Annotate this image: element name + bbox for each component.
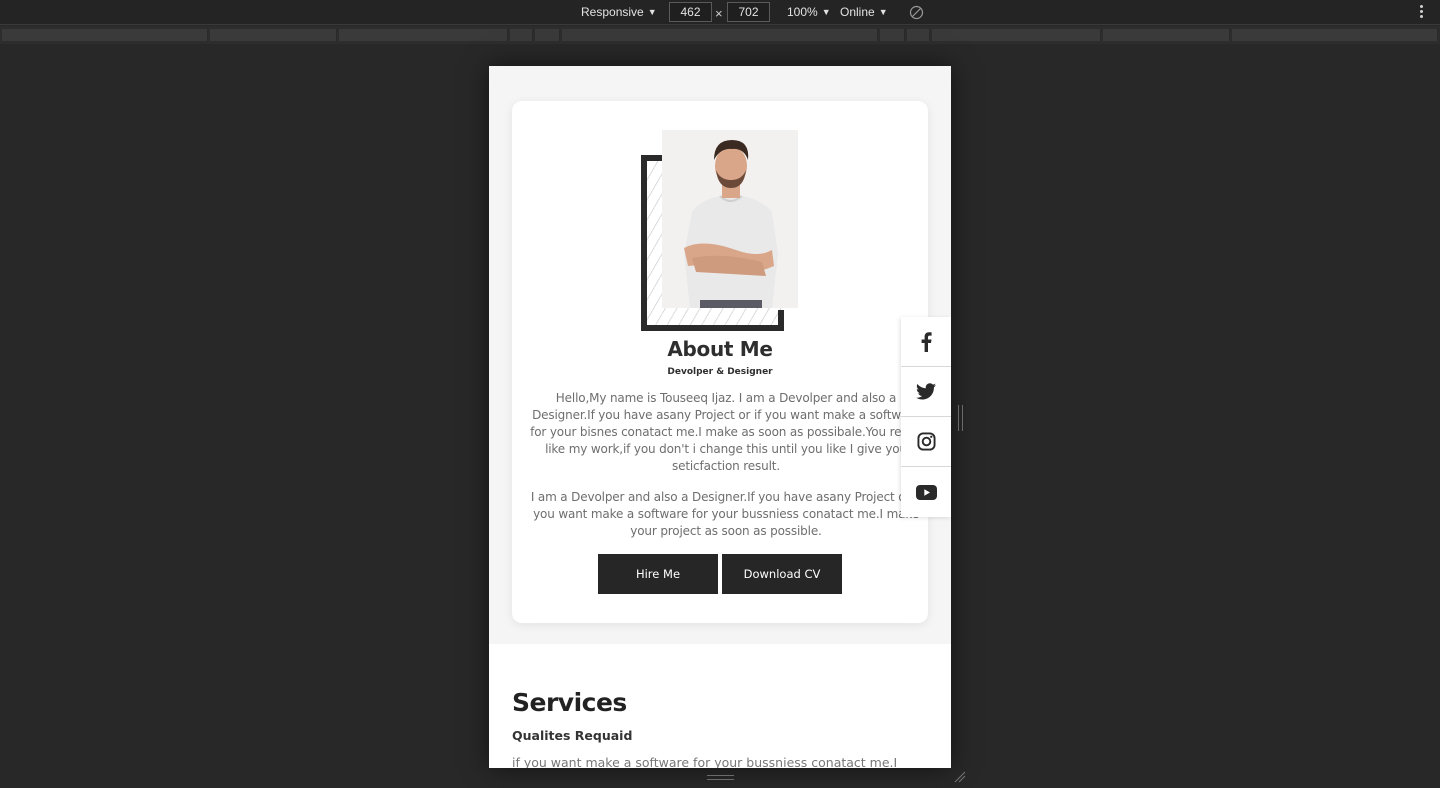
rotate-icon[interactable] (909, 5, 924, 20)
network-throttle-dropdown[interactable]: Online ▼ (840, 0, 888, 25)
twitter-link[interactable] (901, 367, 951, 417)
network-label: Online (840, 5, 875, 19)
about-paragraph-2: I am a Devolper and also a Designer.If y… (530, 490, 922, 538)
dimension-separator: × (715, 6, 723, 21)
media-query-segment[interactable] (932, 29, 1101, 41)
services-subtitle: Qualites Requaid (512, 728, 633, 743)
profile-photo (662, 130, 798, 308)
resize-handle-bottom[interactable] (707, 775, 734, 780)
social-sidebar (901, 317, 951, 517)
photo-frame-corner (778, 310, 784, 331)
caret-down-icon: ▼ (821, 7, 831, 17)
resize-corner-icon[interactable] (954, 771, 966, 783)
facebook-link[interactable] (901, 317, 951, 367)
services-title: Services (512, 688, 627, 717)
media-query-segment[interactable] (880, 29, 905, 41)
device-mode-label: Responsive (581, 5, 644, 19)
services-text: if you want make a software for your bus… (512, 755, 898, 768)
caret-down-icon: ▼ (647, 7, 657, 17)
media-query-segment[interactable] (510, 29, 533, 41)
media-query-segment[interactable] (907, 29, 930, 41)
media-query-bar (0, 26, 1440, 44)
viewport-width-input[interactable]: 462 (669, 2, 712, 22)
hire-me-button[interactable]: Hire Me (598, 554, 718, 594)
more-options-icon[interactable] (1418, 5, 1424, 20)
media-query-segment[interactable] (1232, 29, 1438, 41)
media-query-segment[interactable] (562, 29, 878, 41)
twitter-icon (916, 383, 936, 400)
about-title: About Me (667, 337, 773, 361)
about-subtitle: Devolper & Designer (667, 367, 773, 377)
device-mode-dropdown[interactable]: Responsive ▼ (581, 0, 657, 25)
instagram-link[interactable] (901, 417, 951, 467)
resize-handle-right[interactable] (958, 405, 963, 431)
media-query-segment[interactable] (339, 29, 508, 41)
viewport-height-input[interactable]: 702 (727, 2, 770, 22)
media-query-segment[interactable] (210, 29, 337, 41)
about-card: About Me Devolper & Designer Hello,My na… (512, 101, 928, 623)
download-cv-button[interactable]: Download CV (722, 554, 842, 594)
emulated-viewport: About Me Devolper & Designer Hello,My na… (489, 66, 951, 768)
zoom-label: 100% (787, 5, 818, 19)
services-section: Services Qualites Requaid if you want ma… (489, 644, 951, 768)
zoom-dropdown[interactable]: 100% ▼ (787, 0, 831, 25)
caret-down-icon: ▼ (878, 7, 888, 17)
about-paragraph-1: Hello,My name is Touseeq Ijaz. I am a De… (530, 391, 922, 473)
device-toolbar: Responsive ▼ 462 × 702 100% ▼ Online ▼ (0, 0, 1440, 25)
youtube-link[interactable] (901, 467, 951, 517)
facebook-icon (921, 331, 932, 352)
media-query-segment[interactable] (535, 29, 560, 41)
youtube-icon (915, 484, 937, 500)
media-query-segment[interactable] (2, 29, 208, 41)
media-query-segment[interactable] (1103, 29, 1230, 41)
instagram-icon (916, 432, 936, 451)
